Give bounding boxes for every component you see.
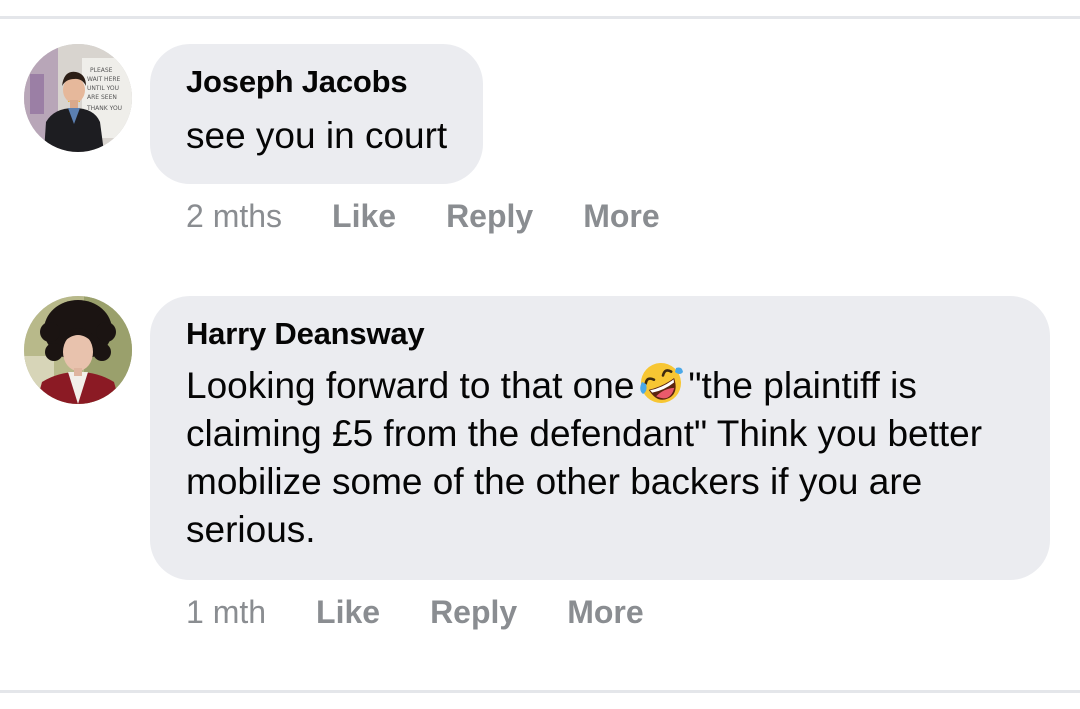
bottom-divider <box>0 690 1080 693</box>
avatar-photo: PLEASE WAIT HERE UNTIL YOU ARE SEEN THAN… <box>24 44 132 152</box>
comment-text: see you in court <box>186 115 448 156</box>
comment-timestamp[interactable]: 1 mth <box>186 594 266 631</box>
avatar-sign-line: UNTIL YOU <box>87 85 119 92</box>
avatar[interactable] <box>24 296 132 404</box>
reply-button[interactable]: Reply <box>446 198 533 235</box>
avatar-sign-line: PLEASE <box>90 67 113 74</box>
reply-button[interactable]: Reply <box>430 594 517 631</box>
more-button[interactable]: More <box>567 594 643 631</box>
like-button[interactable]: Like <box>332 198 396 235</box>
avatar[interactable]: PLEASE WAIT HERE UNTIL YOU ARE SEEN THAN… <box>24 44 132 152</box>
comment-timestamp[interactable]: 2 mths <box>186 198 282 235</box>
rolling-on-the-floor-laughing-icon <box>638 360 684 406</box>
comment-bubble: Harry Deansway Looking forward to that o… <box>150 296 1050 580</box>
comment-actions: 2 mths Like Reply More <box>186 198 710 235</box>
comment-author[interactable]: Harry Deansway <box>186 314 1014 354</box>
comment-author[interactable]: Joseph Jacobs <box>186 62 447 102</box>
like-button[interactable]: Like <box>316 594 380 631</box>
avatar-sign-line: ARE SEEN <box>87 94 117 101</box>
comment-text-before-emoji: Looking forward to that one <box>186 365 635 406</box>
avatar-sign-line: THANK YOU <box>86 105 122 112</box>
comment-actions: 1 mth Like Reply More <box>186 594 694 631</box>
comment-text: Looking forward to that one "the plainti… <box>186 360 1014 554</box>
more-button[interactable]: More <box>583 198 659 235</box>
top-divider <box>0 16 1080 19</box>
avatar-sign-line: WAIT HERE <box>87 76 121 83</box>
comment-bubble: Joseph Jacobs see you in court <box>150 44 484 184</box>
avatar-photo <box>24 296 132 404</box>
